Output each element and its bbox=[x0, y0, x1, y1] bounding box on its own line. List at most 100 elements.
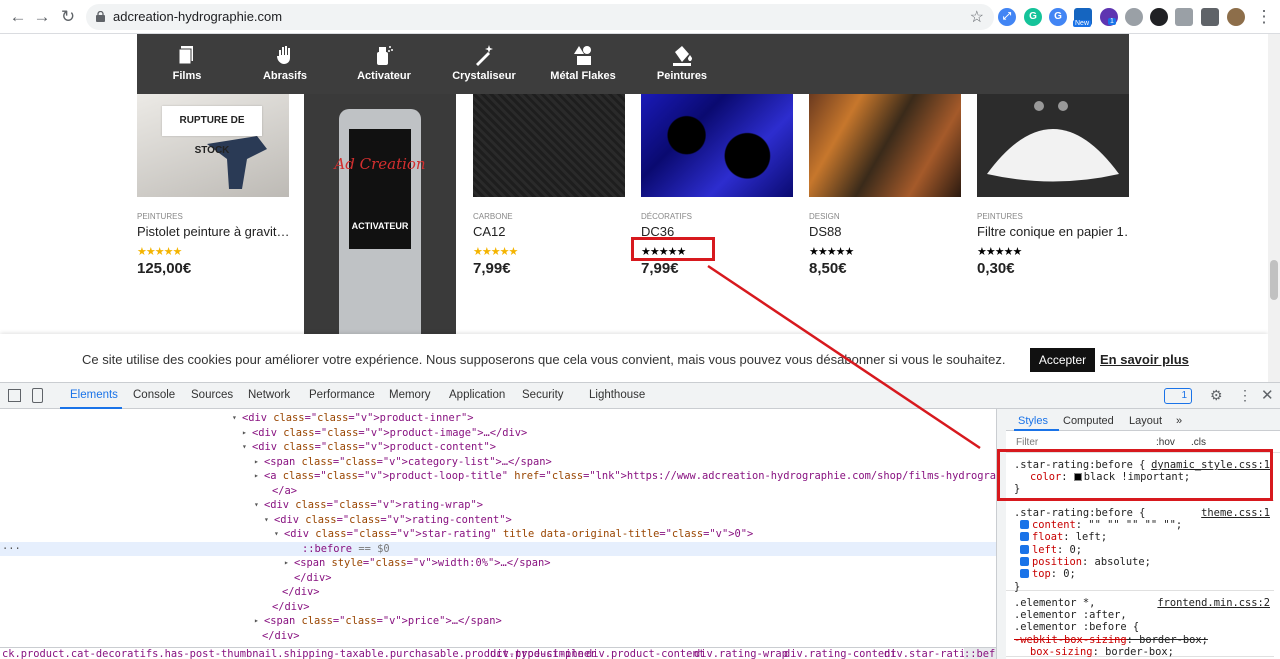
tab-application[interactable]: Application bbox=[449, 389, 505, 401]
dom-node[interactable]: </div> bbox=[0, 600, 996, 614]
tab-console[interactable]: Console bbox=[133, 389, 175, 401]
forward-icon[interactable]: → bbox=[32, 7, 52, 27]
product-title[interactable]: CA12 bbox=[473, 224, 625, 239]
reload-icon[interactable]: ↻ bbox=[58, 7, 78, 27]
product-category[interactable]: PEINTURES bbox=[977, 212, 1023, 221]
tab-security[interactable]: Security bbox=[522, 389, 564, 401]
dom-node[interactable]: </div> bbox=[0, 629, 996, 643]
product-category[interactable]: DÉCORATIFS bbox=[641, 212, 692, 221]
globe-icon[interactable] bbox=[1125, 8, 1143, 26]
category-films[interactable]: Films bbox=[137, 34, 237, 94]
product-image[interactable] bbox=[809, 94, 961, 197]
extensions-puzzle-icon[interactable] bbox=[1201, 8, 1219, 26]
breadcrumb-item[interactable]: div.product-content bbox=[586, 648, 705, 659]
device-toggle-icon[interactable] bbox=[32, 388, 43, 403]
tab-network[interactable]: Network bbox=[248, 389, 290, 401]
expand-right-icon[interactable]: ▸ bbox=[254, 614, 259, 628]
resize-ext-icon[interactable]: ⤢ bbox=[998, 8, 1016, 26]
tab-performance[interactable]: Performance bbox=[309, 389, 375, 401]
dom-node[interactable]: ▸ <span class="class="v">category-list">…… bbox=[0, 455, 996, 469]
product-category[interactable]: PEINTURES bbox=[137, 212, 183, 221]
breadcrumb-item[interactable]: div.product-inner bbox=[490, 648, 596, 659]
node-options-icon[interactable]: ··· bbox=[2, 542, 21, 556]
product-category[interactable]: CARBONE bbox=[473, 212, 513, 221]
dom-node[interactable]: </div> bbox=[0, 585, 996, 599]
dom-node[interactable]: ▾ <div class="class="v">rating-content"> bbox=[0, 513, 996, 527]
category-abrasifs[interactable]: Abrasifs bbox=[235, 34, 335, 94]
address-bar[interactable]: adcreation-hydrographie.com ☆ bbox=[86, 4, 994, 30]
expand-down-icon[interactable]: ▾ bbox=[254, 498, 259, 512]
expand-down-icon[interactable]: ▾ bbox=[264, 513, 269, 527]
rule-property[interactable]: position: absolute; bbox=[1020, 556, 1151, 568]
back-icon[interactable]: ← bbox=[8, 7, 28, 27]
tab-lighthouse[interactable]: Lighthouse bbox=[589, 389, 645, 401]
tab-computed[interactable]: Computed bbox=[1063, 415, 1114, 427]
tab-elements[interactable]: Elements bbox=[70, 389, 118, 401]
rule-property[interactable]: content: "" "" "" "" ""; bbox=[1020, 519, 1182, 531]
dom-node[interactable]: ▾ <div class="class="v">rating-wrap"> bbox=[0, 498, 996, 512]
rule-property[interactable]: top: 0; bbox=[1020, 568, 1076, 580]
inspect-element-icon[interactable] bbox=[8, 389, 21, 402]
camera-icon[interactable] bbox=[1175, 8, 1193, 26]
rule-property[interactable]: float: left; bbox=[1020, 531, 1107, 543]
expand-down-icon[interactable]: ▾ bbox=[232, 411, 237, 425]
expand-right-icon[interactable]: ▸ bbox=[254, 469, 259, 483]
expand-right-icon[interactable]: ▸ bbox=[284, 556, 289, 570]
rule-source-link[interactable]: theme.css:1 bbox=[1201, 507, 1270, 519]
tab-styles[interactable]: Styles bbox=[1018, 415, 1048, 427]
property-checkbox[interactable] bbox=[1020, 520, 1029, 529]
property-checkbox[interactable] bbox=[1020, 556, 1029, 566]
property-checkbox[interactable] bbox=[1020, 544, 1029, 554]
breadcrumb-item[interactable]: div.rating-content bbox=[784, 648, 897, 659]
accept-cookies-button[interactable]: Accepter bbox=[1030, 348, 1095, 372]
hov-toggle[interactable]: :hov bbox=[1156, 437, 1175, 448]
product-image[interactable] bbox=[641, 94, 793, 197]
dom-node[interactable]: ▸ <span style="class="v">width:0%">…</spa… bbox=[0, 556, 996, 570]
settings-gear-icon[interactable]: ⚙ bbox=[1210, 387, 1223, 404]
activateur-product-image[interactable]: Ad Creation ACTIVATEUR bbox=[304, 94, 456, 369]
more-tabs-icon[interactable]: » bbox=[1176, 415, 1182, 427]
product-category[interactable]: DESIGN bbox=[809, 212, 840, 221]
tab-layout[interactable]: Layout bbox=[1129, 415, 1162, 427]
category-metal-flakes[interactable]: Métal Flakes bbox=[533, 34, 633, 94]
styles-filter-input[interactable]: Filter bbox=[1016, 437, 1038, 448]
pane-divider[interactable] bbox=[996, 409, 1006, 659]
expand-right-icon[interactable]: ▸ bbox=[254, 455, 259, 469]
category-activateur[interactable]: Activateur bbox=[334, 34, 434, 94]
property-checkbox[interactable] bbox=[1020, 569, 1029, 579]
expand-right-icon[interactable]: ▸ bbox=[242, 426, 247, 440]
issues-button[interactable]: 1 bbox=[1164, 388, 1192, 404]
rule-property[interactable]: -webkit-box-sizing: border-box; bbox=[1014, 634, 1208, 646]
category-crystaliseur[interactable]: Crystaliseur bbox=[434, 34, 534, 94]
rule-property[interactable]: .elementor :after, bbox=[1014, 609, 1127, 621]
page-scrollbar[interactable] bbox=[1268, 34, 1280, 382]
bookmark-star-icon[interactable]: ☆ bbox=[970, 7, 984, 27]
dom-node[interactable]: </a> bbox=[0, 484, 996, 498]
rule-source-link[interactable]: frontend.min.css:2 bbox=[1157, 597, 1270, 609]
dom-node[interactable]: ▸ <a class="class="v">product-loop-title"… bbox=[0, 469, 996, 483]
cls-toggle[interactable]: .cls bbox=[1191, 437, 1206, 448]
category-peintures[interactable]: Peintures bbox=[632, 34, 732, 94]
selected-dom-node[interactable]: ::before == $0 ··· bbox=[0, 541, 996, 556]
dom-node[interactable]: ▸ <span class="class="v">price">…</span> bbox=[0, 614, 996, 628]
sync-icon[interactable] bbox=[1150, 8, 1168, 26]
close-devtools-icon[interactable]: ✕ bbox=[1261, 386, 1274, 404]
rule-property[interactable]: .elementor :before { bbox=[1014, 621, 1139, 633]
dom-node[interactable]: ▾ <div class="class="v">star-rating" titl… bbox=[0, 527, 996, 541]
product-title[interactable]: Pistolet peinture à gravit… bbox=[137, 224, 289, 239]
product-title[interactable]: DS88 bbox=[809, 224, 961, 239]
product-title[interactable]: Filtre conique en papier 1… bbox=[977, 224, 1129, 239]
profile-avatar[interactable] bbox=[1227, 8, 1245, 26]
more-menu-icon[interactable]: ⋮ bbox=[1254, 7, 1274, 27]
grammarly-icon[interactable]: G bbox=[1024, 8, 1042, 26]
translate-icon[interactable]: G bbox=[1049, 8, 1067, 26]
breadcrumb-item[interactable]: div.rating-wrap bbox=[694, 648, 788, 659]
rule-property[interactable]: box-sizing: border-box; bbox=[1030, 646, 1174, 658]
learn-more-link[interactable]: En savoir plus bbox=[1100, 352, 1189, 367]
rule-property[interactable]: left: 0; bbox=[1020, 544, 1082, 556]
breadcrumb-item[interactable]: ::before bbox=[964, 648, 996, 659]
scrollbar-thumb[interactable] bbox=[1270, 260, 1278, 300]
property-checkbox[interactable] bbox=[1020, 532, 1029, 542]
devtools-menu-icon[interactable]: ⋮ bbox=[1238, 387, 1252, 404]
tab-sources[interactable]: Sources bbox=[191, 389, 233, 401]
